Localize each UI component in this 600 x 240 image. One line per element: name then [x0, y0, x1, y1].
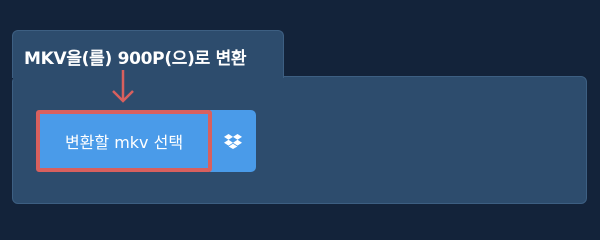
- dropbox-icon: [224, 134, 242, 149]
- file-select-button-group: 변환할 mkv 선택: [36, 110, 256, 172]
- select-mkv-button[interactable]: 변환할 mkv 선택: [36, 110, 212, 172]
- tab-panel-join: [13, 74, 283, 80]
- dropbox-button[interactable]: [210, 110, 256, 172]
- select-mkv-label: 변환할 mkv 선택: [64, 133, 184, 152]
- tab-title: MKV을(를) 900P(으)로 변환: [24, 49, 247, 69]
- arrow-down-icon: [112, 70, 134, 103]
